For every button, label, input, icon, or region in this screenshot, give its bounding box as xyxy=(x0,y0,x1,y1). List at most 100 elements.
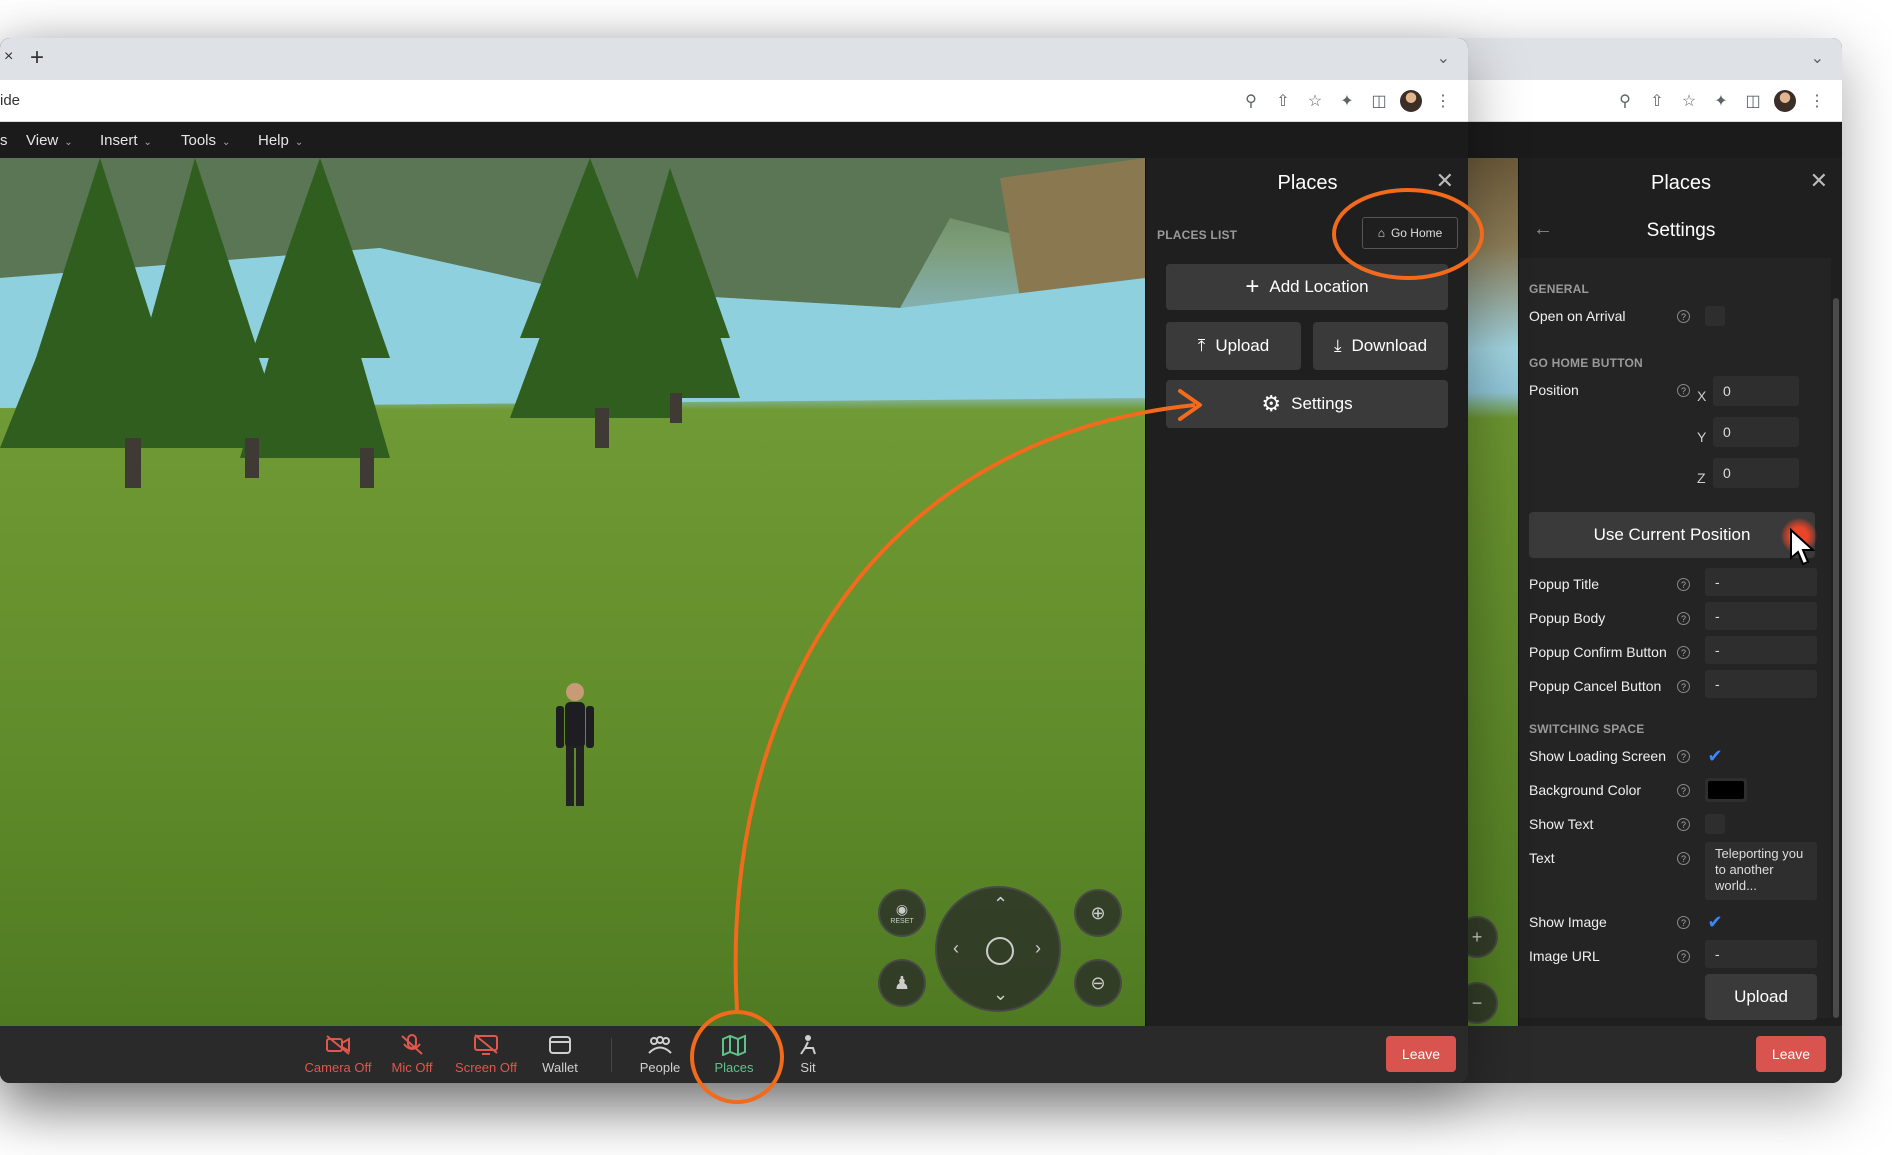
leave-button[interactable]: Leave xyxy=(1756,1036,1826,1072)
help-icon[interactable]: ? xyxy=(1677,310,1690,323)
bookmark-star-icon[interactable]: ☆ xyxy=(1304,90,1326,112)
zoom-out-icon[interactable]: ⊖ xyxy=(1074,959,1122,1007)
screen-off-label: Screen Off xyxy=(455,1060,517,1075)
address-text[interactable]: ide xyxy=(0,92,20,109)
help-icon[interactable]: ? xyxy=(1677,612,1690,625)
help-icon[interactable]: ? xyxy=(1677,680,1690,693)
upload-label: Upload xyxy=(1215,336,1270,355)
background-color-swatch[interactable] xyxy=(1705,778,1747,802)
eye-icon: ◉ xyxy=(895,901,909,917)
image-url-input[interactable]: - xyxy=(1705,940,1817,968)
general-section-label: GENERAL xyxy=(1529,282,1590,296)
chevron-right-icon[interactable]: › xyxy=(1035,938,1041,959)
screen-off-button[interactable]: Screen Off xyxy=(446,1032,526,1075)
chevron-left-icon[interactable]: ‹ xyxy=(953,938,959,959)
address-bar[interactable]: ide ⚲ ⇧ ☆ ✦ ◫ ⋮ xyxy=(0,80,1468,122)
menu-item-tools[interactable]: Tools ⌄ xyxy=(181,132,230,149)
upload-image-button[interactable]: Upload xyxy=(1705,974,1817,1020)
download-button[interactable]: ⤓ Download xyxy=(1313,322,1448,370)
add-location-button[interactable]: + Add Location xyxy=(1166,264,1448,310)
image-url-label: Image URL xyxy=(1529,948,1600,964)
upload-button[interactable]: ⤒ Upload xyxy=(1166,322,1301,370)
sit-button[interactable]: Sit xyxy=(768,1032,848,1075)
menu-item-partial[interactable]: s xyxy=(0,132,8,149)
avatar-figure xyxy=(556,683,594,806)
help-icon[interactable]: ? xyxy=(1677,750,1690,763)
help-icon[interactable]: ? xyxy=(1677,950,1690,963)
sit-label: Sit xyxy=(800,1060,816,1075)
sidepanel-icon[interactable]: ◫ xyxy=(1368,90,1390,112)
show-image-checkbox[interactable]: ✔ xyxy=(1705,912,1725,932)
popup-cancel-input[interactable]: - xyxy=(1705,670,1817,698)
help-icon[interactable]: ? xyxy=(1677,384,1690,397)
position-z-input[interactable]: 0 xyxy=(1713,458,1799,488)
use-current-position-label: Use Current Position xyxy=(1593,525,1751,544)
search-icon[interactable]: ⚲ xyxy=(1614,90,1636,112)
popup-confirm-input[interactable]: - xyxy=(1705,636,1817,664)
settings-button[interactable]: ⚙ Settings xyxy=(1166,380,1448,428)
popup-body-label: Popup Body xyxy=(1529,610,1606,626)
mic-off-button[interactable]: Mic Off xyxy=(372,1032,452,1075)
wallet-label: Wallet xyxy=(542,1060,578,1075)
upload-icon: ⤒ xyxy=(1197,336,1206,355)
menu-item-view[interactable]: View ⌄ xyxy=(26,132,73,149)
upload-image-label: Upload xyxy=(1734,987,1788,1006)
profile-avatar[interactable] xyxy=(1400,90,1422,112)
kebab-menu-icon[interactable]: ⋮ xyxy=(1806,90,1828,112)
people-button[interactable]: People xyxy=(620,1032,700,1075)
kebab-menu-icon[interactable]: ⋮ xyxy=(1432,90,1454,112)
places-label: Places xyxy=(714,1060,754,1075)
wallet-button[interactable]: Wallet xyxy=(520,1032,600,1075)
new-tab-button[interactable]: + xyxy=(30,44,44,72)
position-label: Position xyxy=(1529,382,1579,398)
menu-item-help[interactable]: Help ⌄ xyxy=(258,132,303,149)
extensions-puzzle-icon[interactable]: ✦ xyxy=(1336,90,1358,112)
close-icon[interactable]: ✕ xyxy=(1436,168,1454,194)
help-icon[interactable]: ? xyxy=(1677,578,1690,591)
help-icon[interactable]: ? xyxy=(1677,784,1690,797)
text-textarea[interactable]: Teleporting you to another world... xyxy=(1705,842,1817,900)
show-text-checkbox[interactable] xyxy=(1705,814,1725,834)
browser-window-places: × + ⌄ ide ⚲ ⇧ ☆ ✦ ◫ ⋮ s View ⌄ Insert ⌄ To… xyxy=(0,38,1468,1083)
show-loading-screen-checkbox[interactable]: ✔ xyxy=(1705,746,1725,766)
help-icon[interactable]: ? xyxy=(1677,646,1690,659)
close-tab-icon[interactable]: × xyxy=(4,48,13,66)
popup-title-label: Popup Title xyxy=(1529,576,1600,592)
avatar-position-icon[interactable]: ♟ xyxy=(878,959,926,1007)
bookmark-star-icon[interactable]: ☆ xyxy=(1678,90,1700,112)
position-y-input[interactable]: 0 xyxy=(1713,417,1799,447)
help-icon[interactable]: ? xyxy=(1677,818,1690,831)
position-x-input[interactable]: 0 xyxy=(1713,376,1799,406)
plus-icon: + xyxy=(1245,273,1260,300)
zoom-in-icon[interactable]: ⊕ xyxy=(1074,889,1122,937)
joystick-dpad[interactable]: ⌃ ⌄ ‹ › xyxy=(935,886,1061,1012)
open-on-arrival-checkbox[interactable] xyxy=(1705,306,1725,326)
3d-scene-viewport[interactable]: ◉ RESET ♟ ⌃ ⌄ ‹ › ⊕ ⊖ xyxy=(0,158,1145,1026)
settings-panel: Places ✕ ← Settings GENERAL Open on Arri… xyxy=(1518,158,1842,1026)
use-current-position-button[interactable]: Use Current Position xyxy=(1529,512,1815,558)
places-button[interactable]: Places xyxy=(694,1032,774,1075)
share-icon[interactable]: ⇧ xyxy=(1646,90,1668,112)
reset-view-button[interactable]: ◉ RESET xyxy=(878,889,926,937)
popup-body-input[interactable]: - xyxy=(1705,602,1817,630)
go-home-button-section-label: GO HOME BUTTON xyxy=(1529,356,1643,370)
share-icon[interactable]: ⇧ xyxy=(1272,90,1294,112)
help-icon[interactable]: ? xyxy=(1677,852,1690,865)
chevron-down-icon[interactable]: ⌄ xyxy=(993,984,1008,1005)
search-icon[interactable]: ⚲ xyxy=(1240,90,1262,112)
go-home-button[interactable]: ⌂ Go Home xyxy=(1362,217,1458,249)
scrollbar[interactable] xyxy=(1833,298,1839,1018)
extensions-puzzle-icon[interactable]: ✦ xyxy=(1710,90,1732,112)
popup-title-input[interactable]: - xyxy=(1705,568,1817,596)
tab-overflow-icon[interactable]: ⌄ xyxy=(1811,48,1824,68)
help-icon[interactable]: ? xyxy=(1677,916,1690,929)
menu-item-insert[interactable]: Insert ⌄ xyxy=(100,132,152,149)
sidepanel-icon[interactable]: ◫ xyxy=(1742,90,1764,112)
leave-button[interactable]: Leave xyxy=(1386,1036,1456,1072)
chevron-up-icon[interactable]: ⌃ xyxy=(993,894,1008,915)
camera-off-button[interactable]: Camera Off xyxy=(298,1032,378,1075)
tab-overflow-icon[interactable]: ⌄ xyxy=(1437,48,1450,68)
joystick-center-icon[interactable] xyxy=(986,937,1014,965)
profile-avatar[interactable] xyxy=(1774,90,1796,112)
close-icon[interactable]: ✕ xyxy=(1810,168,1828,194)
